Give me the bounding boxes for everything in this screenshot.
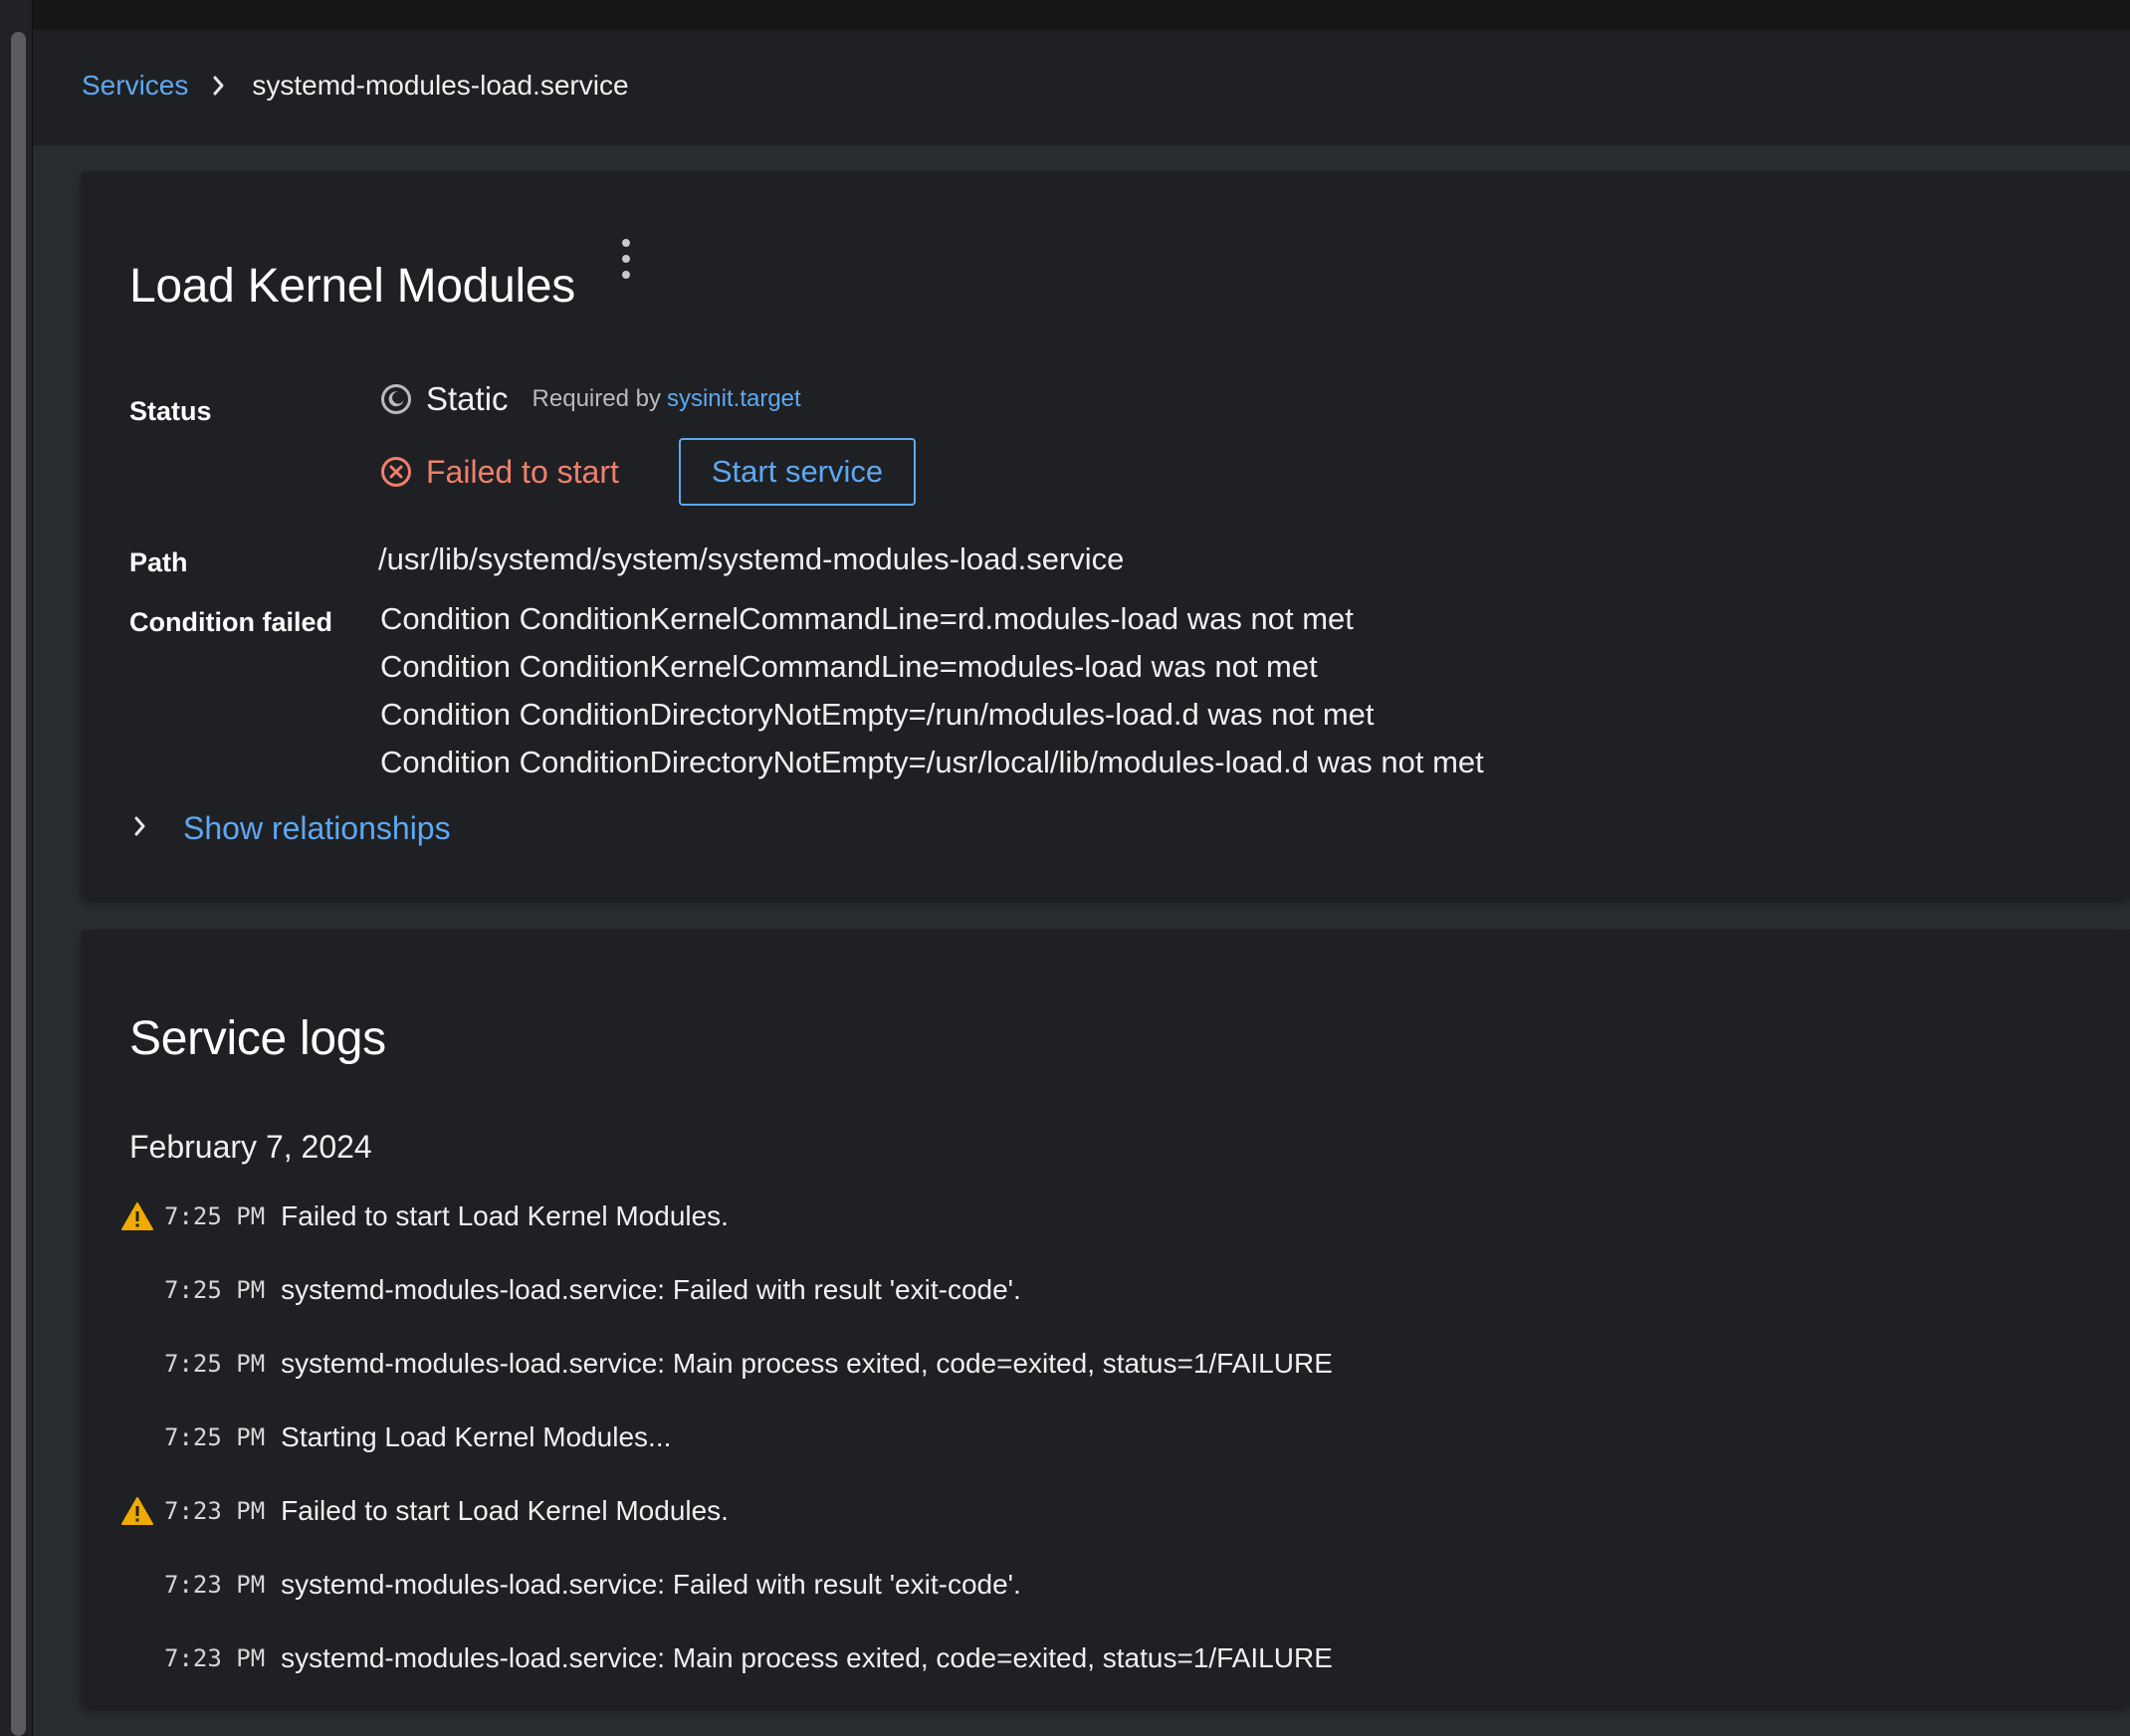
log-date-heading: February 7, 2024	[129, 1129, 372, 1165]
log-icon-spacer	[120, 1275, 154, 1305]
condition-line: Condition ConditionKernelCommandLine=rd.…	[380, 601, 1354, 636]
required-by-label: Required by	[532, 385, 661, 412]
log-time: 7:23 PM	[164, 1644, 266, 1672]
path-value: /usr/lib/systemd/system/systemd-modules-…	[378, 542, 1125, 576]
show-relationships-toggle[interactable]: Show relationships	[133, 810, 451, 847]
service-logs-card: Service logs February 7, 2024 7:25 PM Fa…	[82, 930, 2130, 1706]
chevron-right-icon	[133, 815, 147, 842]
log-entry[interactable]: 7:25 PM systemd-modules-load.service: Fa…	[120, 1270, 1021, 1310]
log-icon-spacer	[120, 1570, 154, 1600]
log-message: systemd-modules-load.service: Failed wit…	[281, 1274, 1021, 1305]
log-entry[interactable]: 7:23 PM Failed to start Load Kernel Modu…	[120, 1491, 729, 1531]
status-failed-row: Failed to start Start service	[380, 438, 917, 506]
log-time: 7:25 PM	[164, 1350, 266, 1378]
log-message: Failed to start Load Kernel Modules.	[281, 1495, 729, 1526]
warning-triangle-icon	[120, 1496, 154, 1526]
left-rail	[0, 0, 33, 1736]
log-time: 7:25 PM	[164, 1276, 266, 1304]
log-message: Failed to start Load Kernel Modules.	[281, 1200, 729, 1231]
status-static-row: Static Required by sysinit.target	[380, 380, 801, 418]
scrollbar-thumb[interactable]	[11, 32, 26, 1736]
breadcrumb: Services systemd-modules-load.service	[82, 70, 629, 102]
log-message: Starting Load Kernel Modules...	[281, 1421, 672, 1452]
main-content: Services systemd-modules-load.service Lo…	[33, 30, 2130, 1736]
log-entry[interactable]: 7:25 PM Failed to start Load Kernel Modu…	[120, 1196, 729, 1236]
log-entry[interactable]: 7:25 PM Starting Load Kernel Modules...	[120, 1417, 671, 1457]
log-entry[interactable]: 7:23 PM systemd-modules-load.service: Ma…	[120, 1638, 1333, 1678]
log-icon-spacer	[120, 1643, 154, 1673]
condition-line: Condition ConditionDirectoryNotEmpty=/ru…	[380, 697, 1375, 732]
breadcrumb-services-link[interactable]: Services	[82, 70, 188, 102]
error-circle-icon	[380, 456, 412, 488]
log-entry[interactable]: 7:23 PM systemd-modules-load.service: Fa…	[120, 1565, 1021, 1605]
chevron-right-icon	[212, 75, 226, 97]
log-message: systemd-modules-load.service: Main proce…	[281, 1348, 1333, 1379]
kebab-icon[interactable]	[616, 239, 636, 279]
required-by-link[interactable]: sysinit.target	[667, 385, 801, 413]
log-message: systemd-modules-load.service: Main proce…	[281, 1642, 1333, 1673]
status-label: Status	[129, 396, 212, 426]
condition-line: Condition ConditionKernelCommandLine=mod…	[380, 649, 1318, 684]
logs-title: Service logs	[129, 1012, 386, 1065]
warning-triangle-icon	[120, 1201, 154, 1231]
log-entry[interactable]: 7:25 PM systemd-modules-load.service: Ma…	[120, 1344, 1333, 1384]
condition-line: Condition ConditionDirectoryNotEmpty=/us…	[380, 745, 1484, 779]
status-failed-text: Failed to start	[426, 453, 619, 490]
service-details-card: Load Kernel Modules Status Static Requir…	[82, 171, 2130, 898]
show-relationships-label: Show relationships	[183, 810, 451, 846]
breadcrumb-bar: Services systemd-modules-load.service	[33, 30, 2130, 145]
breadcrumb-current: systemd-modules-load.service	[252, 70, 629, 101]
log-icon-spacer	[120, 1349, 154, 1379]
service-title: Load Kernel Modules	[129, 260, 575, 313]
path-label: Path	[129, 547, 188, 577]
log-message: systemd-modules-load.service: Failed wit…	[281, 1569, 1021, 1600]
log-icon-spacer	[120, 1422, 154, 1452]
log-time: 7:25 PM	[164, 1202, 266, 1230]
status-static-text: Static	[426, 380, 509, 417]
log-time: 7:25 PM	[164, 1423, 266, 1451]
log-time: 7:23 PM	[164, 1497, 266, 1525]
start-service-button[interactable]: Start service	[678, 438, 917, 506]
log-time: 7:23 PM	[164, 1571, 266, 1599]
static-icon	[380, 383, 412, 415]
top-bar	[0, 0, 2130, 30]
condition-failed-label: Condition failed	[129, 607, 332, 637]
